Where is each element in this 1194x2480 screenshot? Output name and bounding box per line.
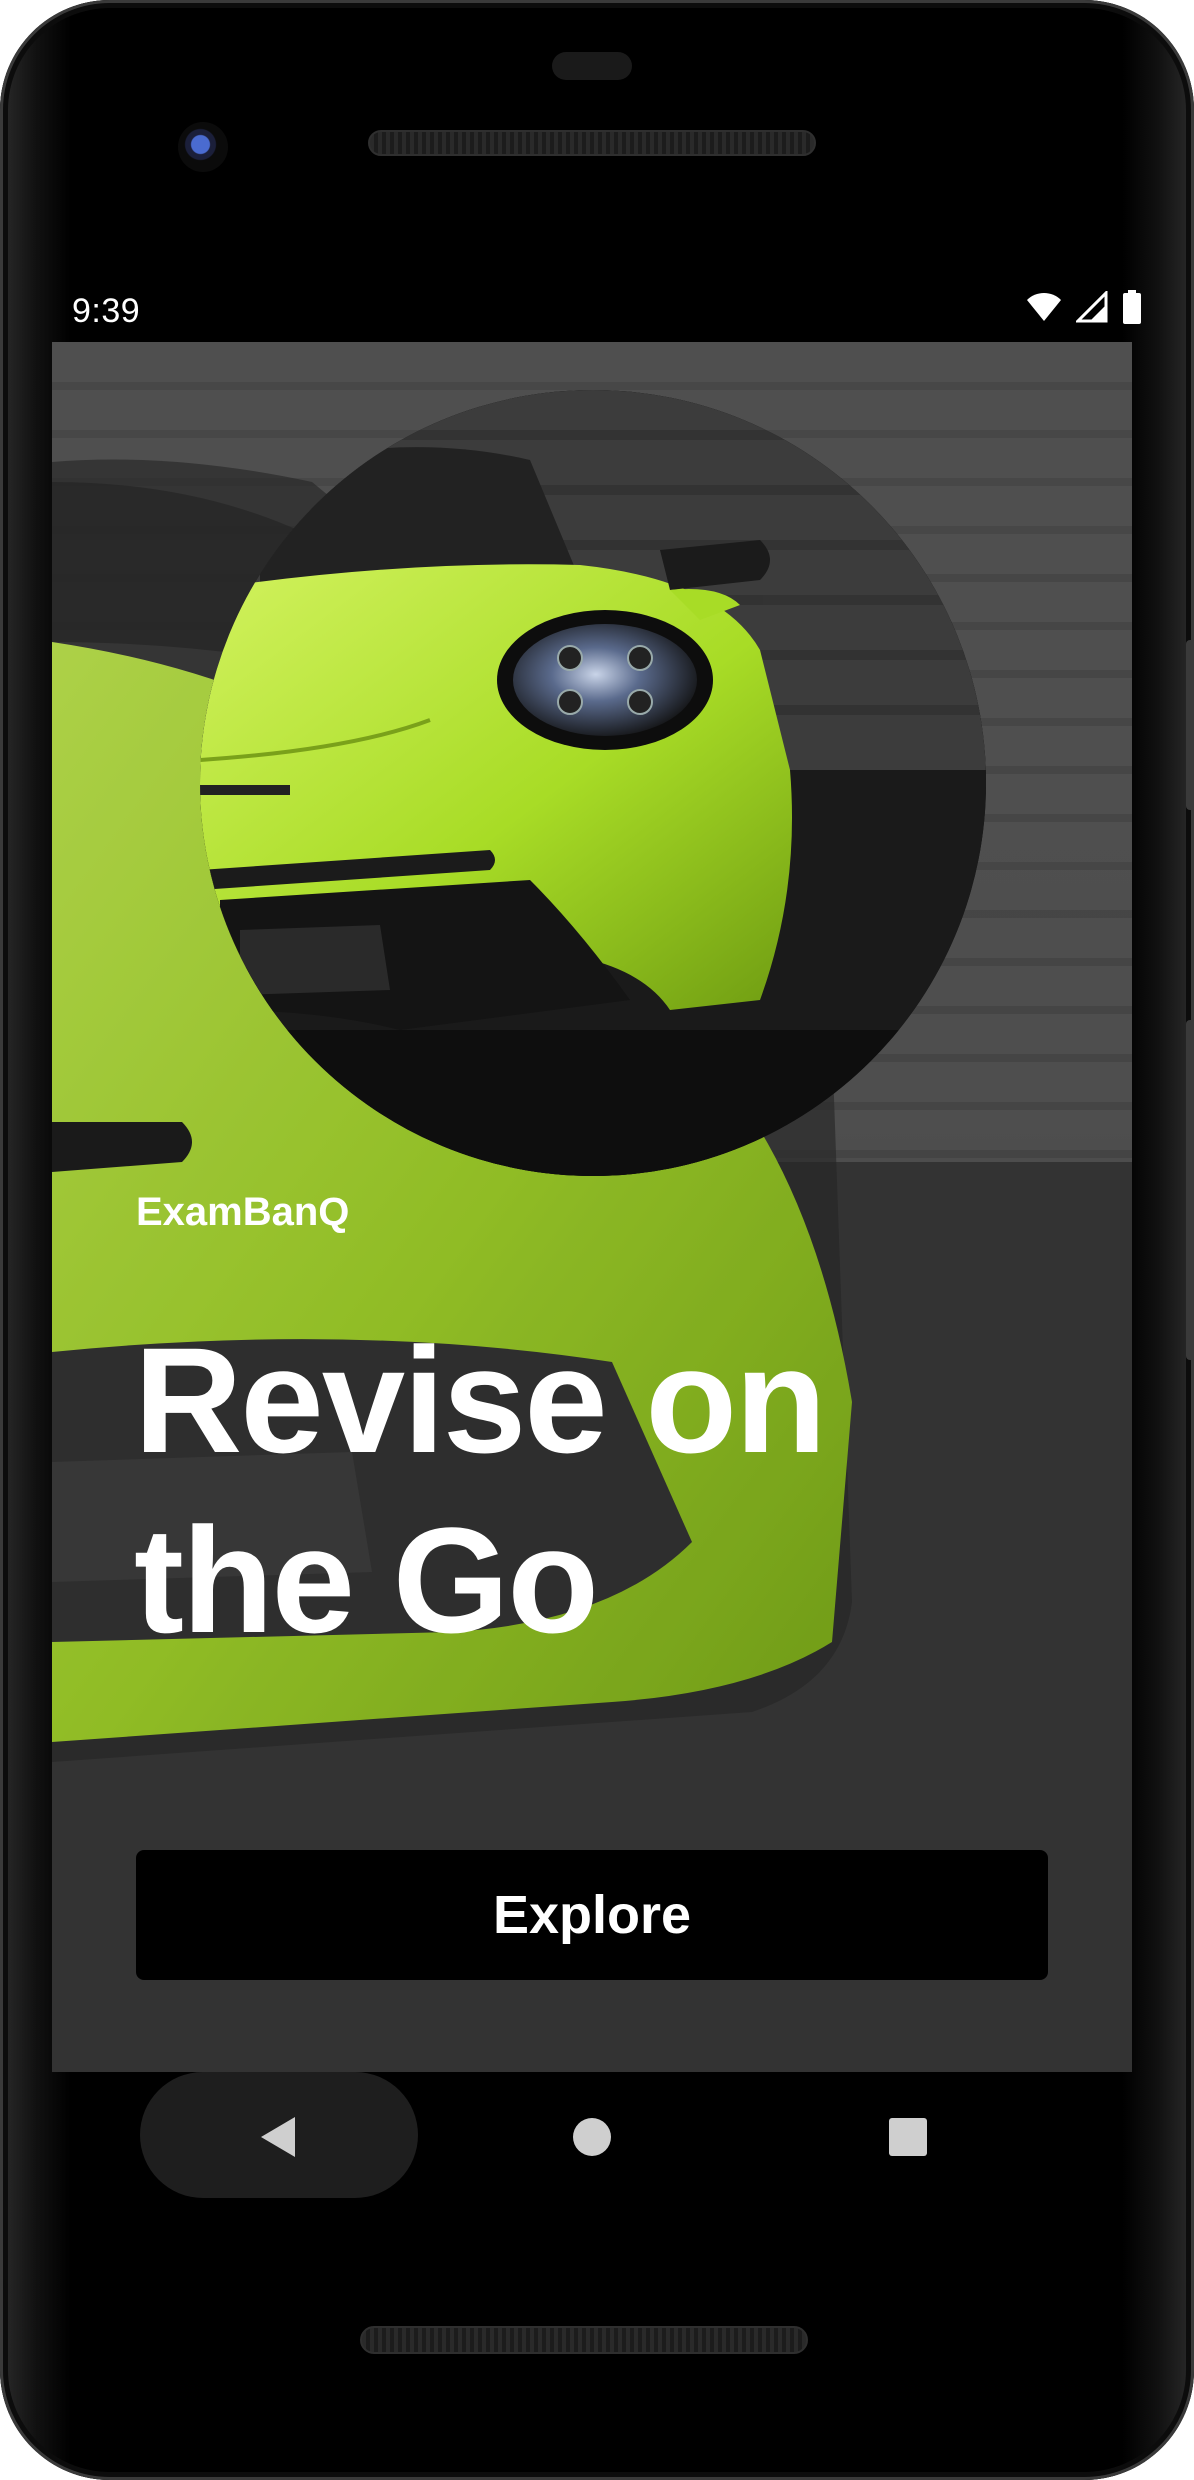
wifi-icon bbox=[1026, 291, 1062, 323]
front-camera-icon bbox=[178, 122, 228, 172]
phone-frame: 9:39 ExamBanQ Revise on the Go Explore bbox=[0, 0, 1194, 2480]
top-speaker bbox=[368, 130, 816, 156]
status-icons bbox=[1026, 290, 1142, 324]
power-button bbox=[1186, 640, 1194, 810]
car-headlight-photo bbox=[200, 390, 986, 1176]
app-screen: ExamBanQ Revise on the Go Explore bbox=[52, 342, 1132, 2072]
recents-icon[interactable] bbox=[848, 2072, 968, 2202]
status-bar: 9:39 bbox=[52, 282, 1142, 344]
earpiece bbox=[552, 52, 632, 80]
volume-button bbox=[1186, 1020, 1194, 1360]
bottom-speaker bbox=[360, 2326, 808, 2354]
system-nav-bar bbox=[52, 2072, 1132, 2202]
status-time: 9:39 bbox=[72, 292, 141, 330]
headline: Revise on the Go bbox=[134, 1316, 827, 1664]
cellular-signal-icon bbox=[1076, 291, 1108, 323]
app-brand-label: ExamBanQ bbox=[136, 1190, 350, 1234]
back-icon[interactable] bbox=[218, 2072, 338, 2202]
battery-icon bbox=[1122, 290, 1142, 324]
explore-button[interactable]: Explore bbox=[136, 1850, 1048, 1980]
home-icon[interactable] bbox=[532, 2072, 652, 2202]
